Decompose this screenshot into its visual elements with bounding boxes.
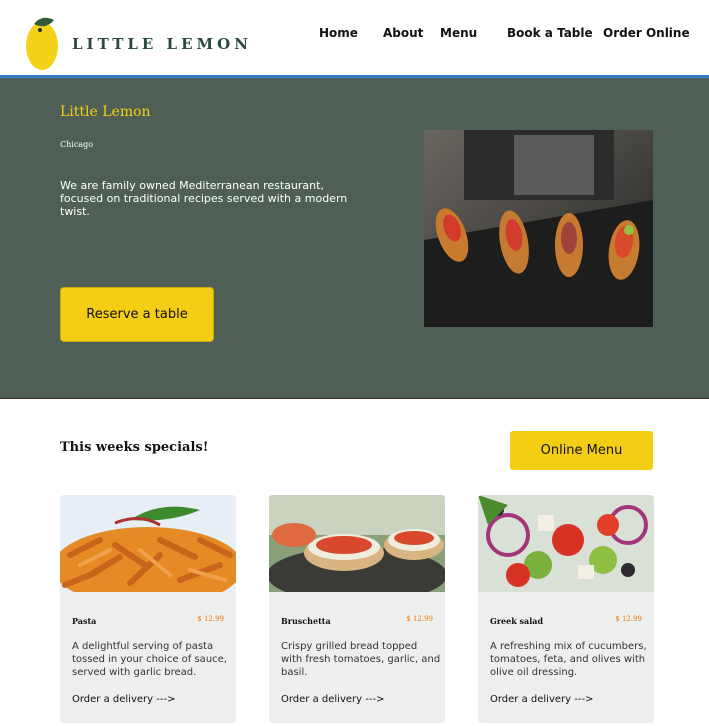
greek-salad-image: [478, 495, 654, 592]
card-description: Crispy grilled bread topped with fresh t…: [281, 641, 441, 678]
brand-name: LITTLE LEMON: [72, 35, 252, 53]
special-card-greek-salad[interactable]: Greek salad $ 12.99 A refreshing mix of …: [478, 495, 654, 723]
specials-title: This weeks specials!: [60, 440, 209, 455]
card-name: Pasta: [72, 616, 97, 626]
order-delivery-link[interactable]: Order a delivery --->: [490, 694, 593, 705]
order-delivery-link[interactable]: Order a delivery --->: [281, 694, 384, 705]
online-menu-button[interactable]: Online Menu: [510, 431, 653, 470]
card-price: $ 12.99: [615, 615, 642, 623]
nav-book-a-table[interactable]: Book a Table: [507, 26, 593, 40]
special-card-pasta[interactable]: Pasta $ 12.99 A delightful serving of pa…: [60, 495, 236, 723]
reserve-table-button[interactable]: Reserve a table: [60, 287, 214, 342]
hero-food-image: [424, 130, 653, 327]
card-price: $ 12.99: [406, 615, 433, 623]
nav-home[interactable]: Home: [319, 26, 358, 40]
hero-title: Little Lemon: [60, 104, 151, 120]
card-description: A delightful serving of pasta tossed in …: [72, 641, 227, 678]
nav-menu[interactable]: Menu: [440, 26, 477, 40]
card-name: Greek salad: [490, 616, 544, 626]
nav-order-online[interactable]: Order Online: [603, 26, 690, 40]
hero-description: We are family owned Mediterranean restau…: [60, 179, 348, 218]
card-description: A refreshing mix of cucumbers, tomatoes,…: [490, 641, 647, 678]
pasta-image: [60, 495, 236, 592]
hero-section: Little Lemon Chicago We are family owned…: [0, 78, 709, 399]
nav-about[interactable]: About: [383, 26, 423, 40]
lemon-logo-icon[interactable]: [24, 12, 64, 72]
bruschetta-image: [269, 495, 445, 592]
order-delivery-link[interactable]: Order a delivery --->: [72, 694, 175, 705]
card-price: $ 12.99: [197, 615, 224, 623]
hero-location: Chicago: [60, 140, 94, 149]
special-card-bruschetta[interactable]: Bruschetta $ 12.99 Crispy grilled bread …: [269, 495, 445, 723]
site-header: LITTLE LEMON Home About Menu Book a Tabl…: [0, 0, 709, 78]
card-name: Bruschetta: [281, 616, 331, 626]
